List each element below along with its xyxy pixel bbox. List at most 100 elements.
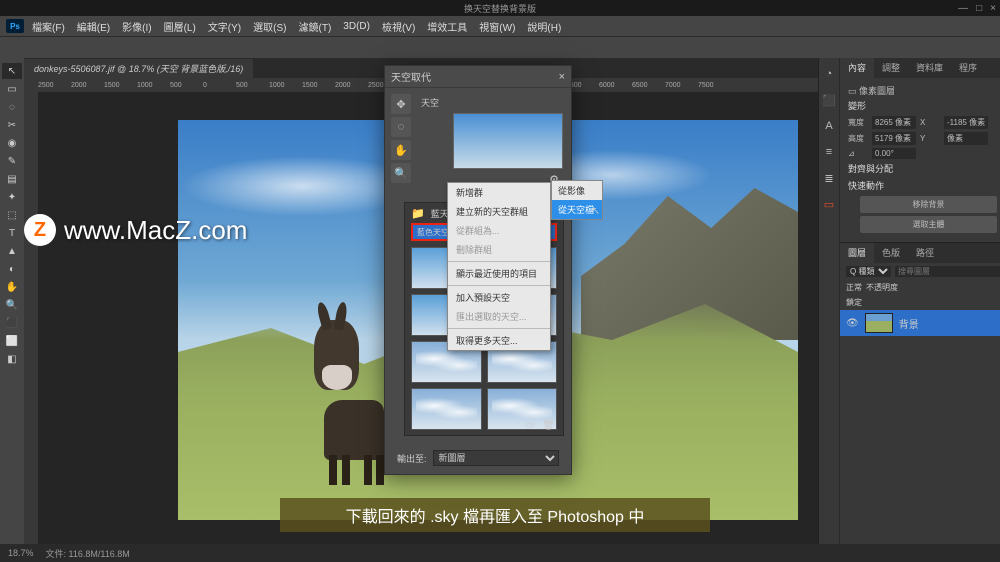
menu-help[interactable]: 說明(H): [523, 17, 565, 36]
menubar: Ps 檔案(F) 編輯(E) 影像(I) 圖層(L) 文字(Y) 選取(S) 濾…: [0, 16, 1000, 36]
frame-tool[interactable]: ⬚: [2, 207, 22, 223]
tab-history[interactable]: 程序: [951, 58, 985, 78]
menu-plugins[interactable]: 增效工具: [423, 17, 471, 36]
delete-preset-icon[interactable]: 🗑: [542, 420, 555, 431]
tools-panel: ↖ ▭ ◌ ✂ ◉ ✎ ▤ ✦ ⬚ T ▲ ◐ ✋ 🔍 ⬛ ⬜ ◧: [0, 58, 24, 544]
menu-separator: [448, 285, 550, 286]
output-select[interactable]: 新圖層: [433, 450, 559, 466]
quickmask-tool[interactable]: ◧: [2, 351, 22, 367]
crop-tool[interactable]: ✂: [2, 117, 22, 133]
hand-tool[interactable]: ✋: [2, 279, 22, 295]
lock-label: 鎖定: [846, 297, 862, 308]
menu-layer[interactable]: 圖層(L): [160, 17, 200, 36]
menu-edit[interactable]: 編輯(E): [73, 17, 114, 36]
angle-value[interactable]: 0.00°: [872, 148, 916, 159]
blend-mode[interactable]: 正常: [846, 282, 862, 293]
watermark-badge: Z: [24, 214, 56, 246]
pen-tool[interactable]: ▲: [2, 243, 22, 259]
sky-move-tool[interactable]: ✥: [391, 94, 411, 114]
marquee-tool[interactable]: ▭: [2, 81, 22, 97]
menu-select[interactable]: 選取(S): [249, 17, 290, 36]
menu-view[interactable]: 檢視(V): [378, 17, 419, 36]
move-tool[interactable]: ↖: [2, 63, 22, 79]
color-panel-icon[interactable]: ◔: [819, 64, 839, 84]
ruler-vertical: [24, 92, 38, 544]
folder-icon[interactable]: 📁: [411, 207, 425, 220]
background-color[interactable]: ⬜: [2, 333, 22, 349]
foreground-color[interactable]: ⬛: [2, 315, 22, 331]
layer-search-input[interactable]: [895, 266, 1000, 277]
gradient-tool[interactable]: ▤: [2, 171, 22, 187]
menu-new-group[interactable]: 新增群: [448, 183, 550, 202]
layer-kind-select[interactable]: Q 種類: [846, 266, 891, 277]
minimize-button[interactable]: —: [958, 3, 968, 14]
subtitle-overlay: 下載回來的 .sky 檔再匯入至 Photoshop 中: [280, 498, 710, 532]
menu-filter[interactable]: 濾鏡(T): [295, 17, 336, 36]
angle-label: ⊿: [848, 149, 868, 158]
sky-preview-thumb[interactable]: [453, 113, 563, 169]
status-bar: 18.7% 文件: 116.8M/116.8M: [0, 544, 1000, 562]
select-subject-button[interactable]: 選取主體: [860, 216, 997, 233]
tab-libraries[interactable]: 資料庫: [908, 58, 951, 78]
layer-filter-row: Q 種類: [840, 263, 1000, 280]
align-title: 對齊與分配: [848, 162, 1000, 175]
menu-image[interactable]: 影像(I): [118, 17, 155, 36]
menu-file[interactable]: 檔案(F): [28, 17, 69, 36]
menu-separator: [448, 328, 550, 329]
panel-dock-strip: ◔ ⬛ A ≡ ≣ ▭: [819, 58, 840, 544]
layer-mode-row: 正常 不透明度: [840, 280, 1000, 295]
new-preset-icon[interactable]: ▭: [525, 420, 534, 431]
menu-window[interactable]: 視窗(W): [475, 17, 519, 36]
transform-title: 變形: [848, 99, 1000, 112]
menu-from-group: 從群組為...: [448, 221, 550, 240]
x-label: X: [920, 118, 940, 127]
layers-tabs: 圖層 色版 路徑: [840, 243, 1000, 263]
character-panel-icon[interactable]: A: [819, 116, 839, 136]
actions-panel-icon[interactable]: ≣: [819, 168, 839, 188]
properties-panel: ▭ 像素圖層 變形 寬度 8265 像素 X -1185 像素 高度 5179 …: [840, 78, 1000, 242]
dialog-close-button[interactable]: ×: [559, 71, 565, 83]
swatches-panel-icon[interactable]: ⬛: [819, 90, 839, 110]
lasso-tool[interactable]: ◌: [2, 99, 22, 115]
dodge-tool[interactable]: ◐: [2, 261, 22, 277]
tab-adjustments[interactable]: 調整: [874, 58, 908, 78]
preset-context-menu: 新增群 建立新的天空群組 從群組為... 刪除群組 顯示最近使用的項目 加入預設…: [447, 182, 551, 351]
menu-show-recent[interactable]: 顯示最近使用的項目: [448, 264, 550, 283]
cc-libraries-icon[interactable]: ▭: [819, 194, 839, 214]
brush-tool[interactable]: ✎: [2, 153, 22, 169]
menu-export-sky: 匯出選取的天空...: [448, 307, 550, 326]
sky-hand-tool[interactable]: ✋: [391, 140, 411, 160]
x-value[interactable]: -1185 像素: [944, 116, 988, 129]
menu-new-sky-group[interactable]: 建立新的天空群組: [448, 202, 550, 221]
paragraph-panel-icon[interactable]: ≡: [819, 142, 839, 162]
tab-paths[interactable]: 路徑: [908, 243, 942, 263]
sky-zoom-tool[interactable]: 🔍: [391, 163, 411, 183]
tab-properties[interactable]: 內容: [840, 58, 874, 78]
zoom-level[interactable]: 18.7%: [8, 548, 34, 558]
sky-brush-tool[interactable]: ◌: [391, 117, 411, 137]
menu-3d[interactable]: 3D(D): [339, 19, 374, 34]
y-value[interactable]: 像素: [944, 132, 988, 145]
type-tool[interactable]: T: [2, 225, 22, 241]
zoom-tool[interactable]: 🔍: [2, 297, 22, 313]
eyedropper-tool[interactable]: ◉: [2, 135, 22, 151]
height-value[interactable]: 5179 像素: [872, 132, 916, 145]
menu-get-more[interactable]: 取得更多天空...: [448, 331, 550, 350]
flyout-from-image[interactable]: 從影像: [552, 181, 602, 200]
document-tab[interactable]: donkeys-5506087.jif @ 18.7% (天空 背景蓝色版,/1…: [24, 59, 253, 78]
menu-type[interactable]: 文字(Y): [204, 17, 245, 36]
remove-bg-button[interactable]: 移除背景: [860, 196, 997, 213]
menu-add-preset[interactable]: 加入預設天空: [448, 288, 550, 307]
layer-name[interactable]: 背景: [899, 316, 919, 331]
window-controls: — □ ×: [958, 3, 996, 14]
clone-tool[interactable]: ✦: [2, 189, 22, 205]
maximize-button[interactable]: □: [976, 3, 982, 14]
tab-layers[interactable]: 圖層: [840, 243, 874, 263]
watermark-text: www.MacZ.com: [64, 215, 247, 246]
visibility-icon[interactable]: 👁: [846, 318, 859, 329]
tab-channels[interactable]: 色版: [874, 243, 908, 263]
close-button[interactable]: ×: [990, 3, 996, 14]
layer-row[interactable]: 👁 背景: [840, 310, 1000, 336]
y-label: Y: [920, 134, 940, 143]
width-value[interactable]: 8265 像素: [872, 116, 916, 129]
